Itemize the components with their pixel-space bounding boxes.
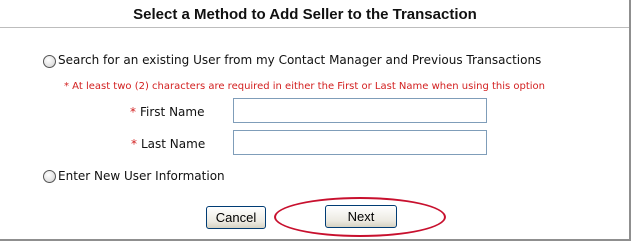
required-marker: * bbox=[130, 105, 136, 119]
cancel-button[interactable]: Cancel bbox=[206, 206, 266, 229]
dialog-title: Select a Method to Add Seller to the Tra… bbox=[133, 6, 477, 23]
new-user-radio[interactable] bbox=[43, 170, 56, 183]
search-existing-radio[interactable] bbox=[43, 55, 56, 68]
first-name-input[interactable] bbox=[233, 98, 487, 123]
next-button[interactable]: Next bbox=[325, 205, 397, 228]
last-name-input[interactable] bbox=[233, 130, 487, 155]
new-user-label[interactable]: Enter New User Information bbox=[58, 169, 225, 183]
search-existing-label[interactable]: Search for an existing User from my Cont… bbox=[58, 53, 541, 67]
last-name-label: * Last Name bbox=[131, 137, 205, 151]
title-divider bbox=[0, 27, 629, 28]
first-name-label-text: First Name bbox=[140, 105, 205, 119]
last-name-label-text: Last Name bbox=[141, 137, 206, 151]
first-name-label: * First Name bbox=[130, 105, 204, 119]
search-requirement-note: * At least two (2) characters are requir… bbox=[64, 81, 546, 92]
required-marker: * bbox=[131, 137, 137, 151]
